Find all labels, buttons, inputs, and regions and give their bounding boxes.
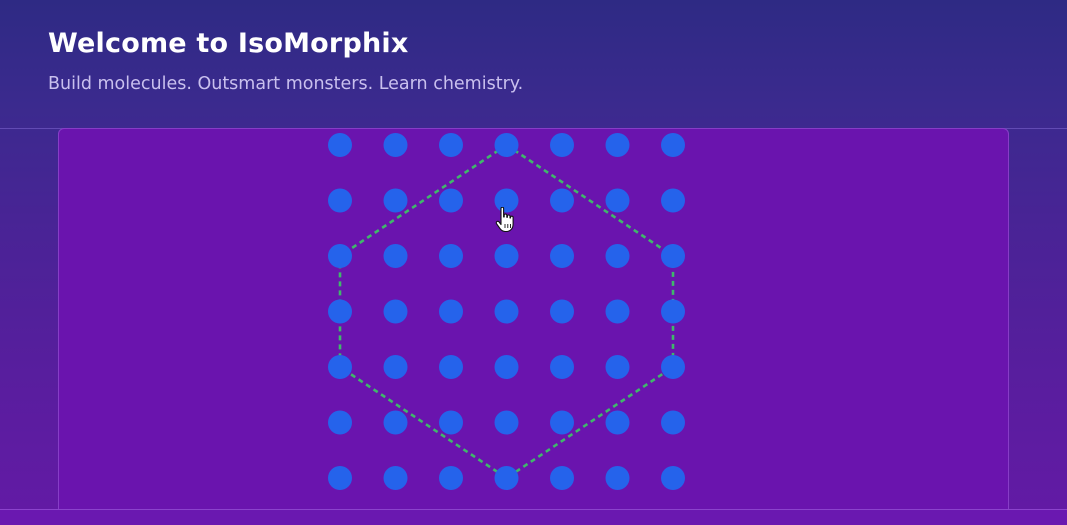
grid-dot[interactable] bbox=[550, 299, 574, 324]
grid-dot[interactable] bbox=[328, 133, 352, 157]
grid-dot[interactable] bbox=[605, 410, 630, 435]
board-grid[interactable] bbox=[59, 129, 1009, 518]
grid-dot[interactable] bbox=[605, 244, 630, 268]
game-board[interactable] bbox=[58, 128, 1009, 518]
grid-dot[interactable] bbox=[661, 244, 685, 268]
grid-dot[interactable] bbox=[328, 244, 352, 268]
grid-dot[interactable] bbox=[439, 244, 463, 268]
grid-dot[interactable] bbox=[550, 188, 574, 213]
hand-pointer-icon bbox=[495, 206, 515, 233]
grid-dot[interactable] bbox=[328, 188, 352, 213]
grid-dot[interactable] bbox=[550, 466, 574, 490]
grid-dot[interactable] bbox=[383, 188, 408, 213]
grid-dot[interactable] bbox=[494, 133, 519, 157]
grid-dot[interactable] bbox=[605, 299, 630, 324]
grid-dot[interactable] bbox=[494, 466, 519, 490]
grid-dot[interactable] bbox=[661, 299, 685, 324]
grid-dot[interactable] bbox=[605, 466, 630, 490]
grid-dot[interactable] bbox=[494, 244, 519, 268]
grid-dot[interactable] bbox=[494, 299, 519, 324]
grid-dot[interactable] bbox=[439, 133, 463, 157]
grid-dot[interactable] bbox=[439, 355, 463, 379]
grid-dot[interactable] bbox=[328, 355, 352, 379]
grid-dot[interactable] bbox=[439, 410, 463, 435]
grid-dot[interactable] bbox=[605, 355, 630, 379]
grid-dot[interactable] bbox=[661, 410, 685, 435]
grid-dot[interactable] bbox=[439, 299, 463, 324]
grid-dot[interactable] bbox=[383, 299, 408, 324]
grid-dot[interactable] bbox=[661, 466, 685, 490]
grid-dot[interactable] bbox=[494, 355, 519, 379]
grid-dot[interactable] bbox=[605, 133, 630, 157]
grid-dot[interactable] bbox=[383, 133, 408, 157]
grid-dot[interactable] bbox=[328, 466, 352, 490]
grid-dot[interactable] bbox=[383, 466, 408, 490]
grid-dot[interactable] bbox=[550, 355, 574, 379]
grid-dot[interactable] bbox=[661, 188, 685, 213]
grid-dot[interactable] bbox=[383, 410, 408, 435]
grid-dot[interactable] bbox=[383, 355, 408, 379]
grid-dot[interactable] bbox=[550, 133, 574, 157]
grid-dot[interactable] bbox=[494, 410, 519, 435]
grid-dot[interactable] bbox=[550, 410, 574, 435]
grid-dot[interactable] bbox=[661, 133, 685, 157]
grid-dot[interactable] bbox=[383, 244, 408, 268]
page-title: Welcome to IsoMorphix bbox=[48, 28, 409, 59]
grid-dot[interactable] bbox=[661, 355, 685, 379]
grid-dot[interactable] bbox=[605, 188, 630, 213]
header: Welcome to IsoMorphix Build molecules. O… bbox=[0, 0, 1067, 129]
grid-dot[interactable] bbox=[439, 466, 463, 490]
grid-dot[interactable] bbox=[328, 410, 352, 435]
page-subtitle: Build molecules. Outsmart monsters. Lear… bbox=[48, 74, 524, 94]
bottom-panel-edge bbox=[0, 509, 1067, 525]
grid-dot[interactable] bbox=[439, 188, 463, 213]
grid-dot[interactable] bbox=[550, 244, 574, 268]
grid-dot[interactable] bbox=[328, 299, 352, 324]
